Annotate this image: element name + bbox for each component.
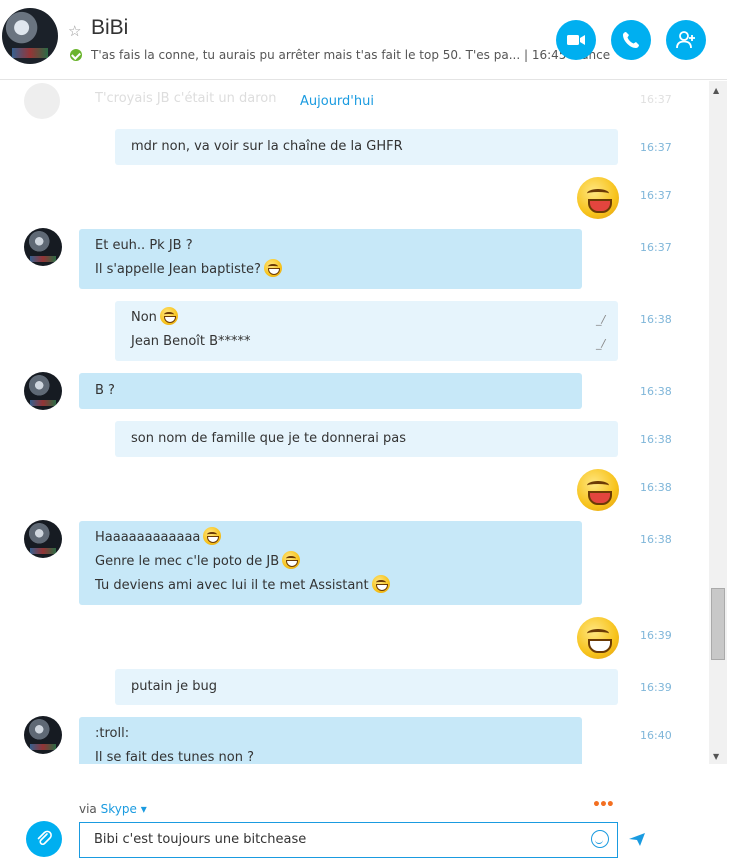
- message-text: Non: [131, 310, 157, 325]
- date-separator: Aujourd'hui: [300, 94, 374, 109]
- via-label: via: [79, 802, 97, 816]
- incoming-message[interactable]: Haaaaaaaaaaaa Genre le mec c'le poto de …: [79, 521, 582, 605]
- conversation-header: ☆ BiBi T'as fais la conne, tu aurais pu …: [0, 0, 727, 80]
- send-arrow-icon[interactable]: [628, 830, 646, 848]
- message-time: 16:40: [640, 729, 672, 742]
- message-time: 16:37: [640, 141, 672, 154]
- message-text: Genre le mec c'le poto de JB: [95, 554, 280, 569]
- more-options-icon[interactable]: •••: [592, 797, 615, 813]
- message-text: Tu deviens ami avec lui il te met Assist…: [95, 578, 369, 593]
- message-text: son nom de famille que je te donnerai pa…: [131, 431, 406, 446]
- scrollbar-thumb[interactable]: [711, 588, 725, 660]
- tongue-emoticon-icon[interactable]: [577, 469, 619, 511]
- online-status-icon: [70, 49, 82, 61]
- edited-pencil-icon: _/: [596, 313, 606, 326]
- smile-emoticon-icon: [159, 307, 178, 325]
- message-time: 16:39: [640, 629, 672, 642]
- message-time: 16:38: [640, 481, 672, 494]
- sender-avatar: [24, 83, 60, 119]
- message-text: putain je bug: [131, 679, 218, 694]
- laughing-emoticon-icon[interactable]: [577, 617, 619, 659]
- paperclip-icon: [37, 830, 52, 846]
- message-text: Haaaaaaaaaaaa: [95, 530, 201, 545]
- add-people-button[interactable]: [666, 20, 706, 60]
- faded-message: T'croyais JB c'était un daron: [95, 91, 277, 106]
- edited-pencil-icon: _/: [596, 337, 606, 350]
- message-time: 16:38: [640, 313, 672, 326]
- grin-emoticon-icon: [263, 259, 282, 277]
- tongue-emoticon-icon[interactable]: [577, 177, 619, 219]
- grin-emoticon-icon: [371, 575, 390, 593]
- contact-name[interactable]: BiBi: [91, 16, 128, 40]
- message-time: 16:37: [640, 241, 672, 254]
- phone-icon: [623, 32, 639, 48]
- message-time: 16:38: [640, 385, 672, 398]
- incoming-message[interactable]: Et euh.. Pk JB ? Il s'appelle Jean bapti…: [79, 229, 582, 289]
- wink-tongue-emoticon-icon: [203, 527, 222, 545]
- contact-avatar[interactable]: [2, 8, 58, 64]
- scroll-down-arrow-icon[interactable]: ▼: [713, 752, 719, 761]
- video-call-button[interactable]: [556, 20, 596, 60]
- sender-avatar[interactable]: [24, 372, 62, 410]
- incoming-message[interactable]: B ?: [79, 373, 582, 409]
- via-service[interactable]: Skype: [101, 802, 137, 816]
- message-text: Il s'appelle Jean baptiste?: [95, 262, 261, 277]
- incoming-message[interactable]: :troll: Il se fait des tunes non ?: [79, 717, 582, 764]
- outgoing-message[interactable]: putain je bug: [115, 669, 618, 705]
- message-time: 16:37: [640, 93, 672, 106]
- emoticon-picker-icon[interactable]: [591, 830, 609, 848]
- surprised-emoticon-icon: [282, 551, 301, 569]
- chat-scrollbar[interactable]: [709, 81, 727, 764]
- audio-call-button[interactable]: [611, 20, 651, 60]
- message-text: mdr non, va voir sur la chaîne de la GHF…: [131, 139, 403, 154]
- message-time: 16:37: [640, 189, 672, 202]
- message-text: B ?: [95, 383, 115, 398]
- message-text: Il se fait des tunes non ?: [95, 750, 254, 764]
- sender-avatar[interactable]: [24, 520, 62, 558]
- outgoing-message[interactable]: Non Jean Benoît B*****: [115, 301, 618, 361]
- outgoing-message[interactable]: mdr non, va voir sur la chaîne de la GHF…: [115, 129, 618, 165]
- contact-mood-message: T'as fais la conne, tu aurais pu arrêter…: [91, 48, 611, 62]
- message-input[interactable]: Bibi c'est toujours une bitchease: [79, 822, 618, 858]
- attach-file-button[interactable]: [26, 821, 62, 857]
- message-time: 16:38: [640, 533, 672, 546]
- message-time: 16:38: [640, 433, 672, 446]
- dropdown-arrow-icon[interactable]: ▾: [141, 802, 147, 816]
- message-time: 16:39: [640, 681, 672, 694]
- sender-avatar[interactable]: [24, 716, 62, 754]
- add-person-icon: [676, 31, 695, 49]
- outgoing-message[interactable]: son nom de famille que je te donnerai pa…: [115, 421, 618, 457]
- send-via-selector[interactable]: via Skype ▾: [79, 802, 147, 816]
- favorite-star-icon[interactable]: ☆: [68, 22, 81, 40]
- message-text: :troll:: [95, 726, 130, 741]
- video-camera-icon: [567, 35, 585, 45]
- message-history[interactable]: T'croyais JB c'était un daron 16:37 Aujo…: [0, 81, 708, 764]
- scroll-up-arrow-icon[interactable]: ▲: [713, 86, 719, 95]
- message-text: Jean Benoît B*****: [131, 334, 251, 349]
- message-text: Et euh.. Pk JB ?: [95, 238, 193, 253]
- sender-avatar[interactable]: [24, 228, 62, 266]
